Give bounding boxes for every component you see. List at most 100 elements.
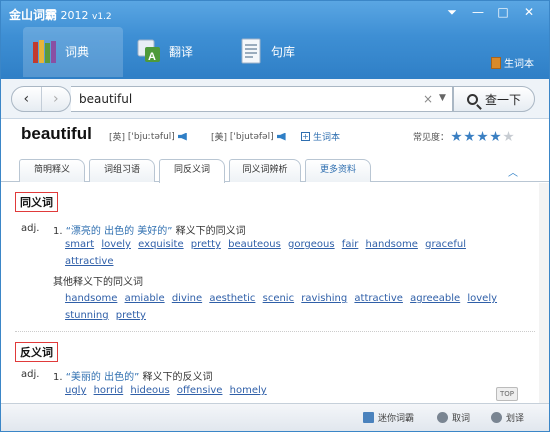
frequency-stars [449,131,514,142]
subtab-brief[interactable]: 简明释义 [19,159,85,182]
back-to-top-button[interactable]: TOP [496,387,518,401]
synonym-link[interactable]: lovely [101,239,131,250]
search-button-label: 查一下 [484,92,521,107]
maximize-button[interactable]: □ [492,3,514,21]
antonyms-pos: adj. [21,369,40,380]
scrollbar[interactable] [539,183,549,403]
clear-icon[interactable]: × [423,92,433,106]
speaker-us-icon[interactable] [276,132,286,141]
status-bar: 迷你词霸 取词 划译 [1,403,549,431]
subtab-phrases[interactable]: 词组习语 [89,159,155,182]
mini-dict-label: 迷你词霸 [378,414,415,424]
other-synonyms-heading: 其他释义下的同义词 [53,277,143,288]
highlight-translate-label: 划译 [506,414,525,424]
subtab-more[interactable]: 更多资料 [305,159,371,182]
antonym-link[interactable]: horrid [94,385,124,396]
highlight-translate-toggle[interactable]: 划译 [491,411,524,424]
subtab-bar: 简明释义 词组习语 同反义词 同义词辨析 更多资料 [1,156,549,183]
word-capture-toggle[interactable]: 取词 [437,411,470,424]
collapse-chevron-icon[interactable]: ︿ [508,164,518,179]
books-icon [31,37,59,65]
synonym-link[interactable]: handsome [65,293,117,304]
minimize-button[interactable]: — [467,3,489,21]
antonym-list: ugly horrid hideous offensive homely [65,382,505,399]
search-input[interactable] [79,92,399,106]
synonym-link[interactable]: agreeable [410,293,460,304]
synonyms-heading: 同义词 [15,192,58,212]
toggle-off-icon [437,412,448,423]
synonym-link[interactable]: divine [172,293,202,304]
history-nav: ‹ › [11,86,71,112]
synonym-link[interactable]: ravishing [301,293,347,304]
phonetic-uk: [英] ['bjuːtəful] [109,130,187,143]
tab-translate-label: 翻译 [169,44,194,59]
synonyms-num: 1. [53,226,63,237]
star-icon [503,131,514,142]
app-name: 金山词霸 [9,8,58,22]
back-button[interactable]: ‹ [12,87,41,111]
synonym-link[interactable]: attractive [354,293,402,304]
other-synonym-list: handsome amiable divine aesthetic scenic… [65,290,505,324]
history-dropdown-icon[interactable]: ▼ [439,93,446,103]
star-icon [451,131,462,142]
synonym-link[interactable]: fair [342,239,359,250]
tab-dictionary-label: 词典 [65,44,90,59]
search-icon [466,93,478,105]
phonetic-uk-text: ['bjuːtəful] [127,131,175,142]
search-button[interactable]: 查一下 [453,86,535,112]
synonym-link[interactable]: smart [65,239,94,250]
antonym-link[interactable]: hideous [130,385,169,396]
synonyms-gloss: 1. “漂亮的 出色的 美好的” 释义下的同义词 [53,222,246,237]
phonetic-uk-prefix: [英] [109,133,126,143]
newword-book-button[interactable]: 生词本 [491,55,534,70]
word-capture-label: 取词 [452,414,471,424]
tab-sentences[interactable]: 句库 [237,31,295,71]
antonym-link[interactable]: ugly [65,385,86,396]
synonym-link[interactable]: aesthetic [209,293,255,304]
add-icon: + [301,132,310,141]
synonym-link[interactable]: amiable [125,293,165,304]
phonetic-us-prefix: [美] [211,133,228,143]
tab-dictionary[interactable]: 词典 [31,31,111,71]
synonym-link[interactable]: attractive [65,256,113,267]
close-button[interactable]: ✕ [518,3,540,21]
title-bar: 金山词霸 2012 v1.2 ⏷ — □ ✕ 词典 A 翻译 句库 生词本 [1,1,549,79]
headword: beautiful [21,124,92,143]
app-window: 金山词霸 2012 v1.2 ⏷ — □ ✕ 词典 A 翻译 句库 生词本 ‹ … [0,0,550,432]
subtab-synonyms-antonyms[interactable]: 同反义词 [159,159,225,183]
synonym-link[interactable]: exquisite [138,239,183,250]
add-newword-button[interactable]: + 生词本 [301,130,340,143]
synonym-link[interactable]: pretty [116,310,146,321]
frequency-label: 常见度： [413,133,450,143]
forward-button[interactable]: › [40,87,71,111]
phonetic-us: [美] ['bjutəfəl] [211,130,286,143]
synonym-link[interactable]: stunning [65,310,109,321]
app-title: 金山词霸 2012 v1.2 [9,6,112,23]
synonym-link[interactable]: graceful [425,239,466,250]
synonym-link[interactable]: gorgeous [288,239,335,250]
synonym-link[interactable]: beauteous [228,239,281,250]
document-icon [237,37,265,65]
antonyms-heading: 反义词 [15,342,58,362]
frequency-rating: 常见度： [413,130,514,143]
mini-dict-button[interactable]: 迷你词霸 [363,411,414,424]
synonym-link[interactable]: pretty [191,239,221,250]
search-bar: ‹ › × ▼ 查一下 [1,79,549,119]
star-icon [490,131,501,142]
antonym-link[interactable]: homely [230,385,267,396]
menu-dropdown-icon[interactable]: ⏷ [441,3,463,21]
subtab-synonym-analysis[interactable]: 同义词辨析 [229,159,301,182]
synonym-link[interactable]: handsome [366,239,418,250]
speaker-uk-icon[interactable] [177,132,187,141]
svg-text:A: A [148,51,156,63]
search-box: × ▼ [71,86,453,112]
star-icon [477,131,488,142]
synonyms-pos: adj. [21,223,40,234]
tab-translate[interactable]: A 翻译 [135,31,193,71]
antonym-link[interactable]: offensive [177,385,223,396]
mini-window-icon [363,412,374,423]
phonetic-us-text: ['bjutəfəl] [229,131,274,142]
synonym-link[interactable]: lovely [467,293,497,304]
synonym-link[interactable]: scenic [263,293,294,304]
content-area: 同义词 adj. 1. “漂亮的 出色的 美好的” 释义下的同义词 smart … [1,183,549,403]
